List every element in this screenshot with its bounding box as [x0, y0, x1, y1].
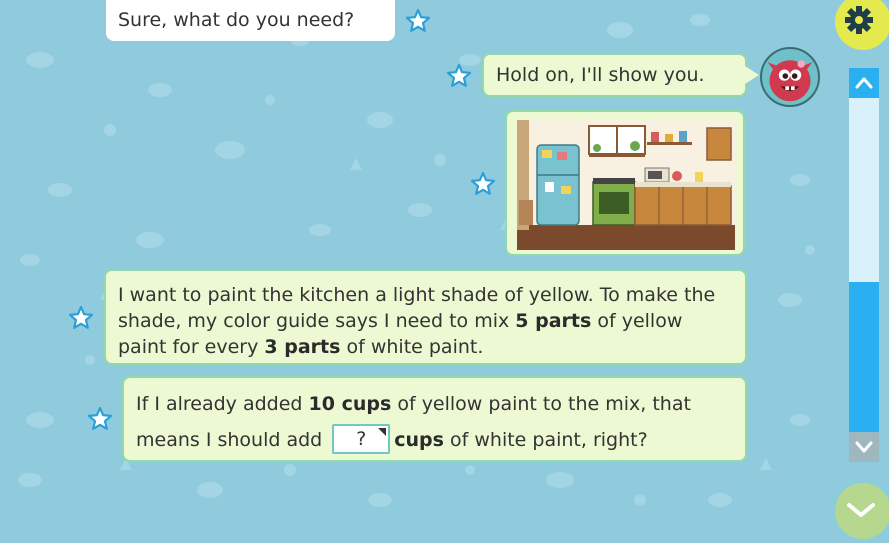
message-text: of white paint, right? [443, 429, 648, 451]
scroll-up-button[interactable] [849, 68, 879, 98]
emphasis-text: 5 parts [515, 310, 592, 332]
message-bubble-4: I want to paint the kitchen a light shad… [104, 269, 747, 365]
emphasis-text: cups [394, 429, 444, 451]
star-icon[interactable] [68, 305, 94, 331]
kitchen-illustration[interactable] [517, 120, 735, 250]
emphasis-text: 3 parts [264, 336, 341, 358]
dropdown-corner-icon [378, 427, 387, 436]
next-button[interactable] [835, 483, 889, 539]
message-text: Sure, what do you need? [118, 9, 355, 31]
star-icon[interactable] [470, 171, 496, 197]
chevron-down-icon [855, 441, 873, 453]
emphasis-text: 10 cups [308, 393, 392, 415]
chevron-up-icon [855, 77, 873, 89]
star-icon[interactable] [405, 8, 431, 34]
star-icon[interactable] [87, 406, 113, 432]
chevron-down-icon [847, 503, 875, 517]
message-bubble-5: If I already added 10 cups of yellow pai… [122, 376, 747, 462]
answer-value: ? [356, 427, 367, 450]
gear-icon [845, 6, 873, 34]
scroll-thumb[interactable] [849, 282, 879, 432]
scroll-track-upper[interactable] [849, 98, 879, 282]
message-text: of white paint. [340, 336, 484, 358]
avatar [760, 47, 820, 107]
bubble-tail [745, 66, 759, 84]
chat-scrollbar[interactable] [849, 68, 879, 462]
scroll-track[interactable] [849, 98, 879, 432]
image-message-bubble [505, 110, 745, 256]
scroll-down-button[interactable] [849, 432, 879, 462]
settings-button[interactable] [835, 0, 889, 50]
answer-dropdown[interactable]: ? [332, 423, 391, 454]
message-bubble-1: Sure, what do you need? [106, 0, 395, 41]
message-text: If I already added [136, 393, 309, 415]
message-bubble-2: Hold on, I'll show you. [482, 53, 747, 97]
message-text: Hold on, I'll show you. [496, 64, 705, 86]
star-icon[interactable] [446, 63, 472, 89]
